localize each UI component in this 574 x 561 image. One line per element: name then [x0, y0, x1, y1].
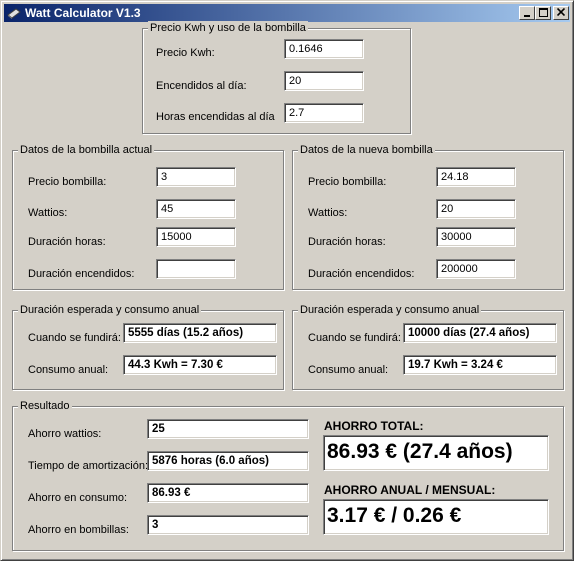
ahorro-bombillas-output: 3 [147, 515, 309, 535]
horas-label: Horas encendidas al día [156, 111, 275, 123]
app-icon [7, 6, 21, 20]
actual-duracion-horas-label: Duración horas: [28, 236, 106, 248]
nueva-wattios-input[interactable]: 20 [436, 199, 516, 219]
actual-duracion-encendidos-input[interactable] [156, 259, 236, 279]
nueva-consumo-output: 19.7 Kwh = 3.24 € [403, 355, 557, 375]
amortizacion-output: 5876 horas (6.0 años) [147, 451, 309, 471]
actual-precio-label: Precio bombilla: [28, 176, 107, 188]
nueva-precio-label: Precio bombilla: [308, 176, 387, 188]
minimize-icon [524, 15, 530, 17]
ahorro-total-label: AHORRO TOTAL: [324, 419, 424, 433]
group-actual-consumo-legend: Duración esperada y consumo anual [18, 303, 202, 317]
close-button[interactable] [553, 6, 569, 20]
ahorro-anual-label: AHORRO ANUAL / MENSUAL: [324, 483, 496, 497]
horas-input[interactable]: 2.7 [284, 103, 364, 123]
nueva-fundira-label: Cuando se fundirá: [308, 332, 401, 344]
window-title: Watt Calculator V1.3 [25, 6, 141, 20]
ahorro-total-output: 86.93 € (27.4 años) [323, 435, 549, 471]
ahorro-anual-output: 3.17 € / 0.26 € [323, 499, 549, 535]
close-icon [557, 8, 565, 16]
ahorro-consumo-label: Ahorro en consumo: [28, 492, 128, 504]
group-nueva-legend: Datos de la nueva bombilla [298, 143, 435, 157]
ahorro-wattios-label: Ahorro wattios: [28, 428, 102, 440]
actual-precio-input[interactable]: 3 [156, 167, 236, 187]
group-actual-consumo: Duración esperada y consumo anual [12, 303, 284, 390]
nueva-duracion-encendidos-input[interactable]: 200000 [436, 259, 516, 279]
ahorro-wattios-output: 25 [147, 419, 309, 439]
ahorro-consumo-output: 86.93 € [147, 483, 309, 503]
actual-wattios-input[interactable]: 45 [156, 199, 236, 219]
encendidos-label: Encendidos al día: [156, 80, 247, 92]
app-window: Watt Calculator V1.3 Precio Kwh y uso de… [0, 0, 574, 561]
nueva-precio-input[interactable]: 24.18 [436, 167, 516, 187]
maximize-button[interactable] [535, 6, 551, 20]
nueva-wattios-label: Wattios: [308, 207, 348, 219]
nueva-consumo-label: Consumo anual: [308, 364, 389, 376]
title-bar[interactable]: Watt Calculator V1.3 [4, 4, 570, 22]
actual-consumo-label: Consumo anual: [28, 364, 109, 376]
actual-wattios-label: Wattios: [28, 207, 68, 219]
group-kwh-legend: Precio Kwh y uso de la bombilla [148, 21, 308, 35]
group-nueva-consumo-legend: Duración esperada y consumo anual [298, 303, 482, 317]
encendidos-input[interactable]: 20 [284, 71, 364, 91]
group-resultado-legend: Resultado [18, 399, 72, 413]
actual-duracion-horas-input[interactable]: 15000 [156, 227, 236, 247]
actual-consumo-output: 44.3 Kwh = 7.30 € [123, 355, 277, 375]
minimize-button[interactable] [519, 6, 535, 20]
actual-fundira-label: Cuando se fundirá: [28, 332, 121, 344]
group-actual-legend: Datos de la bombilla actual [18, 143, 155, 157]
actual-fundira-output: 5555 días (15.2 años) [123, 323, 277, 343]
nueva-fundira-output: 10000 días (27.4 años) [403, 323, 557, 343]
amortizacion-label: Tiempo de amortización: [28, 460, 149, 472]
nueva-duracion-horas-label: Duración horas: [308, 236, 386, 248]
group-nueva-consumo: Duración esperada y consumo anual [292, 303, 564, 390]
actual-duracion-encendidos-label: Duración encendidos: [28, 268, 135, 280]
nueva-duracion-encendidos-label: Duración encendidos: [308, 268, 415, 280]
nueva-duracion-horas-input[interactable]: 30000 [436, 227, 516, 247]
precio-kwh-label: Precio Kwh: [156, 47, 215, 59]
precio-kwh-input[interactable]: 0.1646 [284, 39, 364, 59]
maximize-icon [538, 8, 548, 17]
ahorro-bombillas-label: Ahorro en bombillas: [28, 524, 129, 536]
